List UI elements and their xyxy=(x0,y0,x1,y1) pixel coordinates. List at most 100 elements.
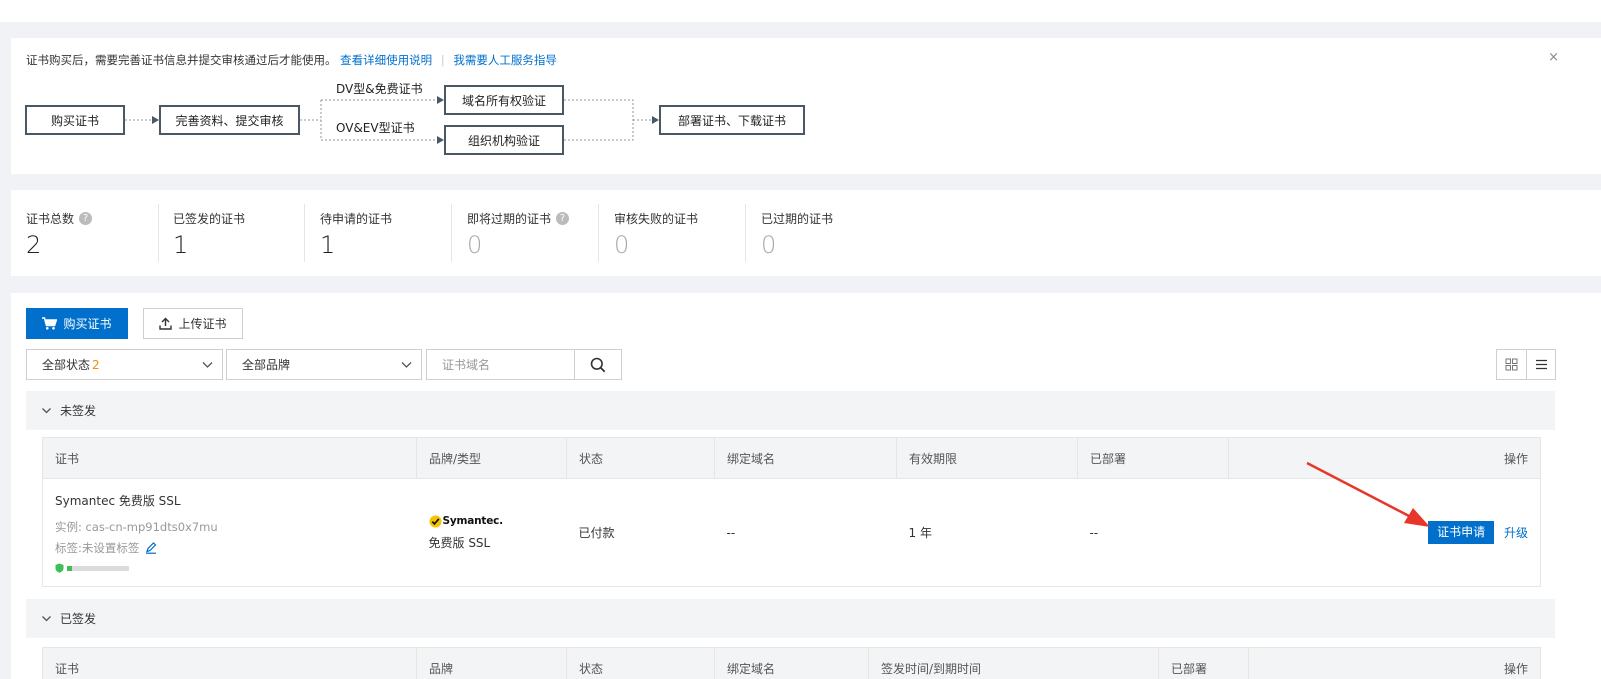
stat-label: 已过期的证书 xyxy=(761,212,834,226)
table-header-row: 证书 品牌 状态 绑定域名 签发时间/到期时间 已部署 操作 xyxy=(42,647,1541,679)
chevron-down-icon xyxy=(201,358,214,374)
stat-failed: 审核失败的证书 0 xyxy=(614,210,698,259)
list-icon xyxy=(1535,358,1548,371)
col-header-domain: 绑定域名 xyxy=(714,647,869,679)
group-signed-label: 已签发 xyxy=(60,612,97,626)
col-header-deployed: 已部署 xyxy=(1077,437,1229,479)
stat-value: 1 xyxy=(173,231,189,259)
stat-issued: 已签发的证书 1 xyxy=(173,210,245,259)
stat-label: 已签发的证书 xyxy=(173,212,246,226)
brand-name: Symantec. xyxy=(442,515,504,527)
buy-certificate-label: 购买证书 xyxy=(63,317,112,331)
certificate-instance-id: 实例: cas-cn-mp91dts0x7mu xyxy=(55,520,218,534)
brand-filter-label: 全部品牌 xyxy=(242,358,291,372)
flow-step-domain-verify: 域名所有权验证 xyxy=(444,85,564,115)
stat-total: 证书总数? 2 xyxy=(26,210,93,259)
table-header-row: 证书 品牌/类型 状态 绑定域名 有效期限 已部署 操作 xyxy=(42,437,1541,479)
upgrade-link[interactable]: 升级 xyxy=(1504,526,1528,540)
cell-validity: 1 年 xyxy=(896,478,1078,587)
stats-panel: 证书总数? 2 已签发的证书 1 待申请的证书 1 即将过期的证书? 0 审核失… xyxy=(11,190,1601,276)
signed-certificate-table: 证书 品牌 状态 绑定域名 签发时间/到期时间 已部署 操作 xyxy=(42,647,1541,679)
stat-label: 审核失败的证书 xyxy=(614,212,699,226)
col-header-certificate: 证书 xyxy=(42,647,417,679)
cart-icon xyxy=(42,317,58,330)
col-header-brand: 品牌 xyxy=(416,647,567,679)
col-header-domain: 绑定域名 xyxy=(714,437,897,479)
cell-brand-type: Symantec. 免费版 SSL xyxy=(416,478,567,587)
col-header-certificate: 证书 xyxy=(42,437,417,479)
divider xyxy=(745,204,746,262)
stat-value: 2 xyxy=(26,231,42,259)
flow-step-buy: 购买证书 xyxy=(25,105,125,135)
chevron-down-icon xyxy=(41,405,52,416)
domain-search xyxy=(426,349,622,380)
col-header-issue-expire: 签发时间/到期时间 xyxy=(868,647,1159,679)
unsigned-certificate-table: 证书 品牌/类型 状态 绑定域名 有效期限 已部署 操作 Symantec 免费… xyxy=(42,437,1541,587)
certificate-tags-label: 标签:未设置标签 xyxy=(55,541,140,555)
cell-actions: 证书申请 升级 xyxy=(1228,478,1541,587)
brand-filter-select[interactable]: 全部品牌 xyxy=(226,349,422,380)
stat-expiring: 即将过期的证书? 0 xyxy=(467,210,570,259)
stat-value: 0 xyxy=(614,231,630,259)
top-bar xyxy=(0,0,1601,22)
status-filter-label: 全部状态 xyxy=(42,358,91,372)
stat-label: 即将过期的证书 xyxy=(467,212,552,226)
stat-value: 0 xyxy=(761,231,777,259)
help-icon[interactable]: ? xyxy=(79,212,93,225)
cell-status: 已付款 xyxy=(566,478,715,587)
checkmark-badge-icon xyxy=(429,515,442,528)
upload-certificate-button[interactable]: 上传证书 xyxy=(143,308,243,339)
chevron-down-icon xyxy=(41,613,52,624)
flow-branch-ov: OV&EV型证书 xyxy=(336,121,415,135)
notice-panel: 证书购买后，需要完善证书信息并提交审核通过后才能使用。 查看详细使用说明 | 我… xyxy=(11,38,1601,174)
stat-label: 待申请的证书 xyxy=(320,212,393,226)
col-header-status: 状态 xyxy=(566,647,715,679)
search-button[interactable] xyxy=(574,350,621,379)
table-row: Symantec 免费版 SSL 实例: cas-cn-mp91dts0x7mu… xyxy=(42,478,1541,587)
group-signed-toggle[interactable]: 已签发 xyxy=(26,599,1555,638)
cell-deployed: -- xyxy=(1077,478,1229,587)
help-icon[interactable]: ? xyxy=(556,212,570,225)
grid-view-button[interactable] xyxy=(1497,350,1526,379)
certificate-tags: 标签:未设置标签 xyxy=(55,540,417,556)
col-header-deployed: 已部署 xyxy=(1158,647,1249,679)
divider xyxy=(598,204,599,262)
group-unsigned-toggle[interactable]: 未签发 xyxy=(26,391,1555,430)
col-header-validity: 有效期限 xyxy=(896,437,1078,479)
certificate-list-panel: 购买证书 上传证书 全部状态 2 全部品牌 证书域名 未签发 证书 品牌/类型 … xyxy=(11,293,1601,679)
stat-value: 1 xyxy=(320,231,336,259)
buy-certificate-button[interactable]: 购买证书 xyxy=(26,308,128,339)
flow-step-complete: 完善资料、提交审核 xyxy=(159,105,300,135)
upload-certificate-label: 上传证书 xyxy=(178,317,227,331)
cell-domain: -- xyxy=(714,478,897,587)
divider xyxy=(158,204,159,262)
upload-icon xyxy=(159,317,173,330)
edit-icon[interactable] xyxy=(145,542,157,554)
certificate-security-indicator xyxy=(55,563,417,573)
status-filter-select[interactable]: 全部状态 2 xyxy=(26,349,223,380)
flow-step-deploy: 部署证书、下载证书 xyxy=(659,105,805,135)
status-count-badge: 2 xyxy=(92,357,100,372)
symantec-logo: Symantec. xyxy=(429,515,567,528)
stat-pending: 待申请的证书 1 xyxy=(320,210,392,259)
stat-label: 证书总数 xyxy=(26,212,75,226)
divider xyxy=(304,204,305,262)
masked-domain-bar xyxy=(67,565,129,571)
certificate-type: 免费版 SSL xyxy=(428,535,491,550)
certificate-name: Symantec 免费版 SSL xyxy=(55,494,181,508)
list-view-button[interactable] xyxy=(1526,350,1555,379)
flow-step-org-verify: 组织机构验证 xyxy=(444,125,564,155)
shield-icon xyxy=(55,563,64,573)
group-unsigned-label: 未签发 xyxy=(60,404,97,418)
domain-search-input[interactable] xyxy=(427,350,575,379)
col-header-actions: 操作 xyxy=(1228,437,1541,479)
col-header-actions: 操作 xyxy=(1248,647,1541,679)
col-header-brand-type: 品牌/类型 xyxy=(416,437,567,479)
chevron-down-icon xyxy=(400,358,413,374)
stat-value: 0 xyxy=(467,231,483,259)
divider xyxy=(451,204,452,262)
apply-certificate-button[interactable]: 证书申请 xyxy=(1428,521,1495,544)
search-icon xyxy=(590,357,606,373)
flow-branch-dv: DV型&免费证书 xyxy=(336,82,423,96)
stat-expired: 已过期的证书 0 xyxy=(761,210,833,259)
